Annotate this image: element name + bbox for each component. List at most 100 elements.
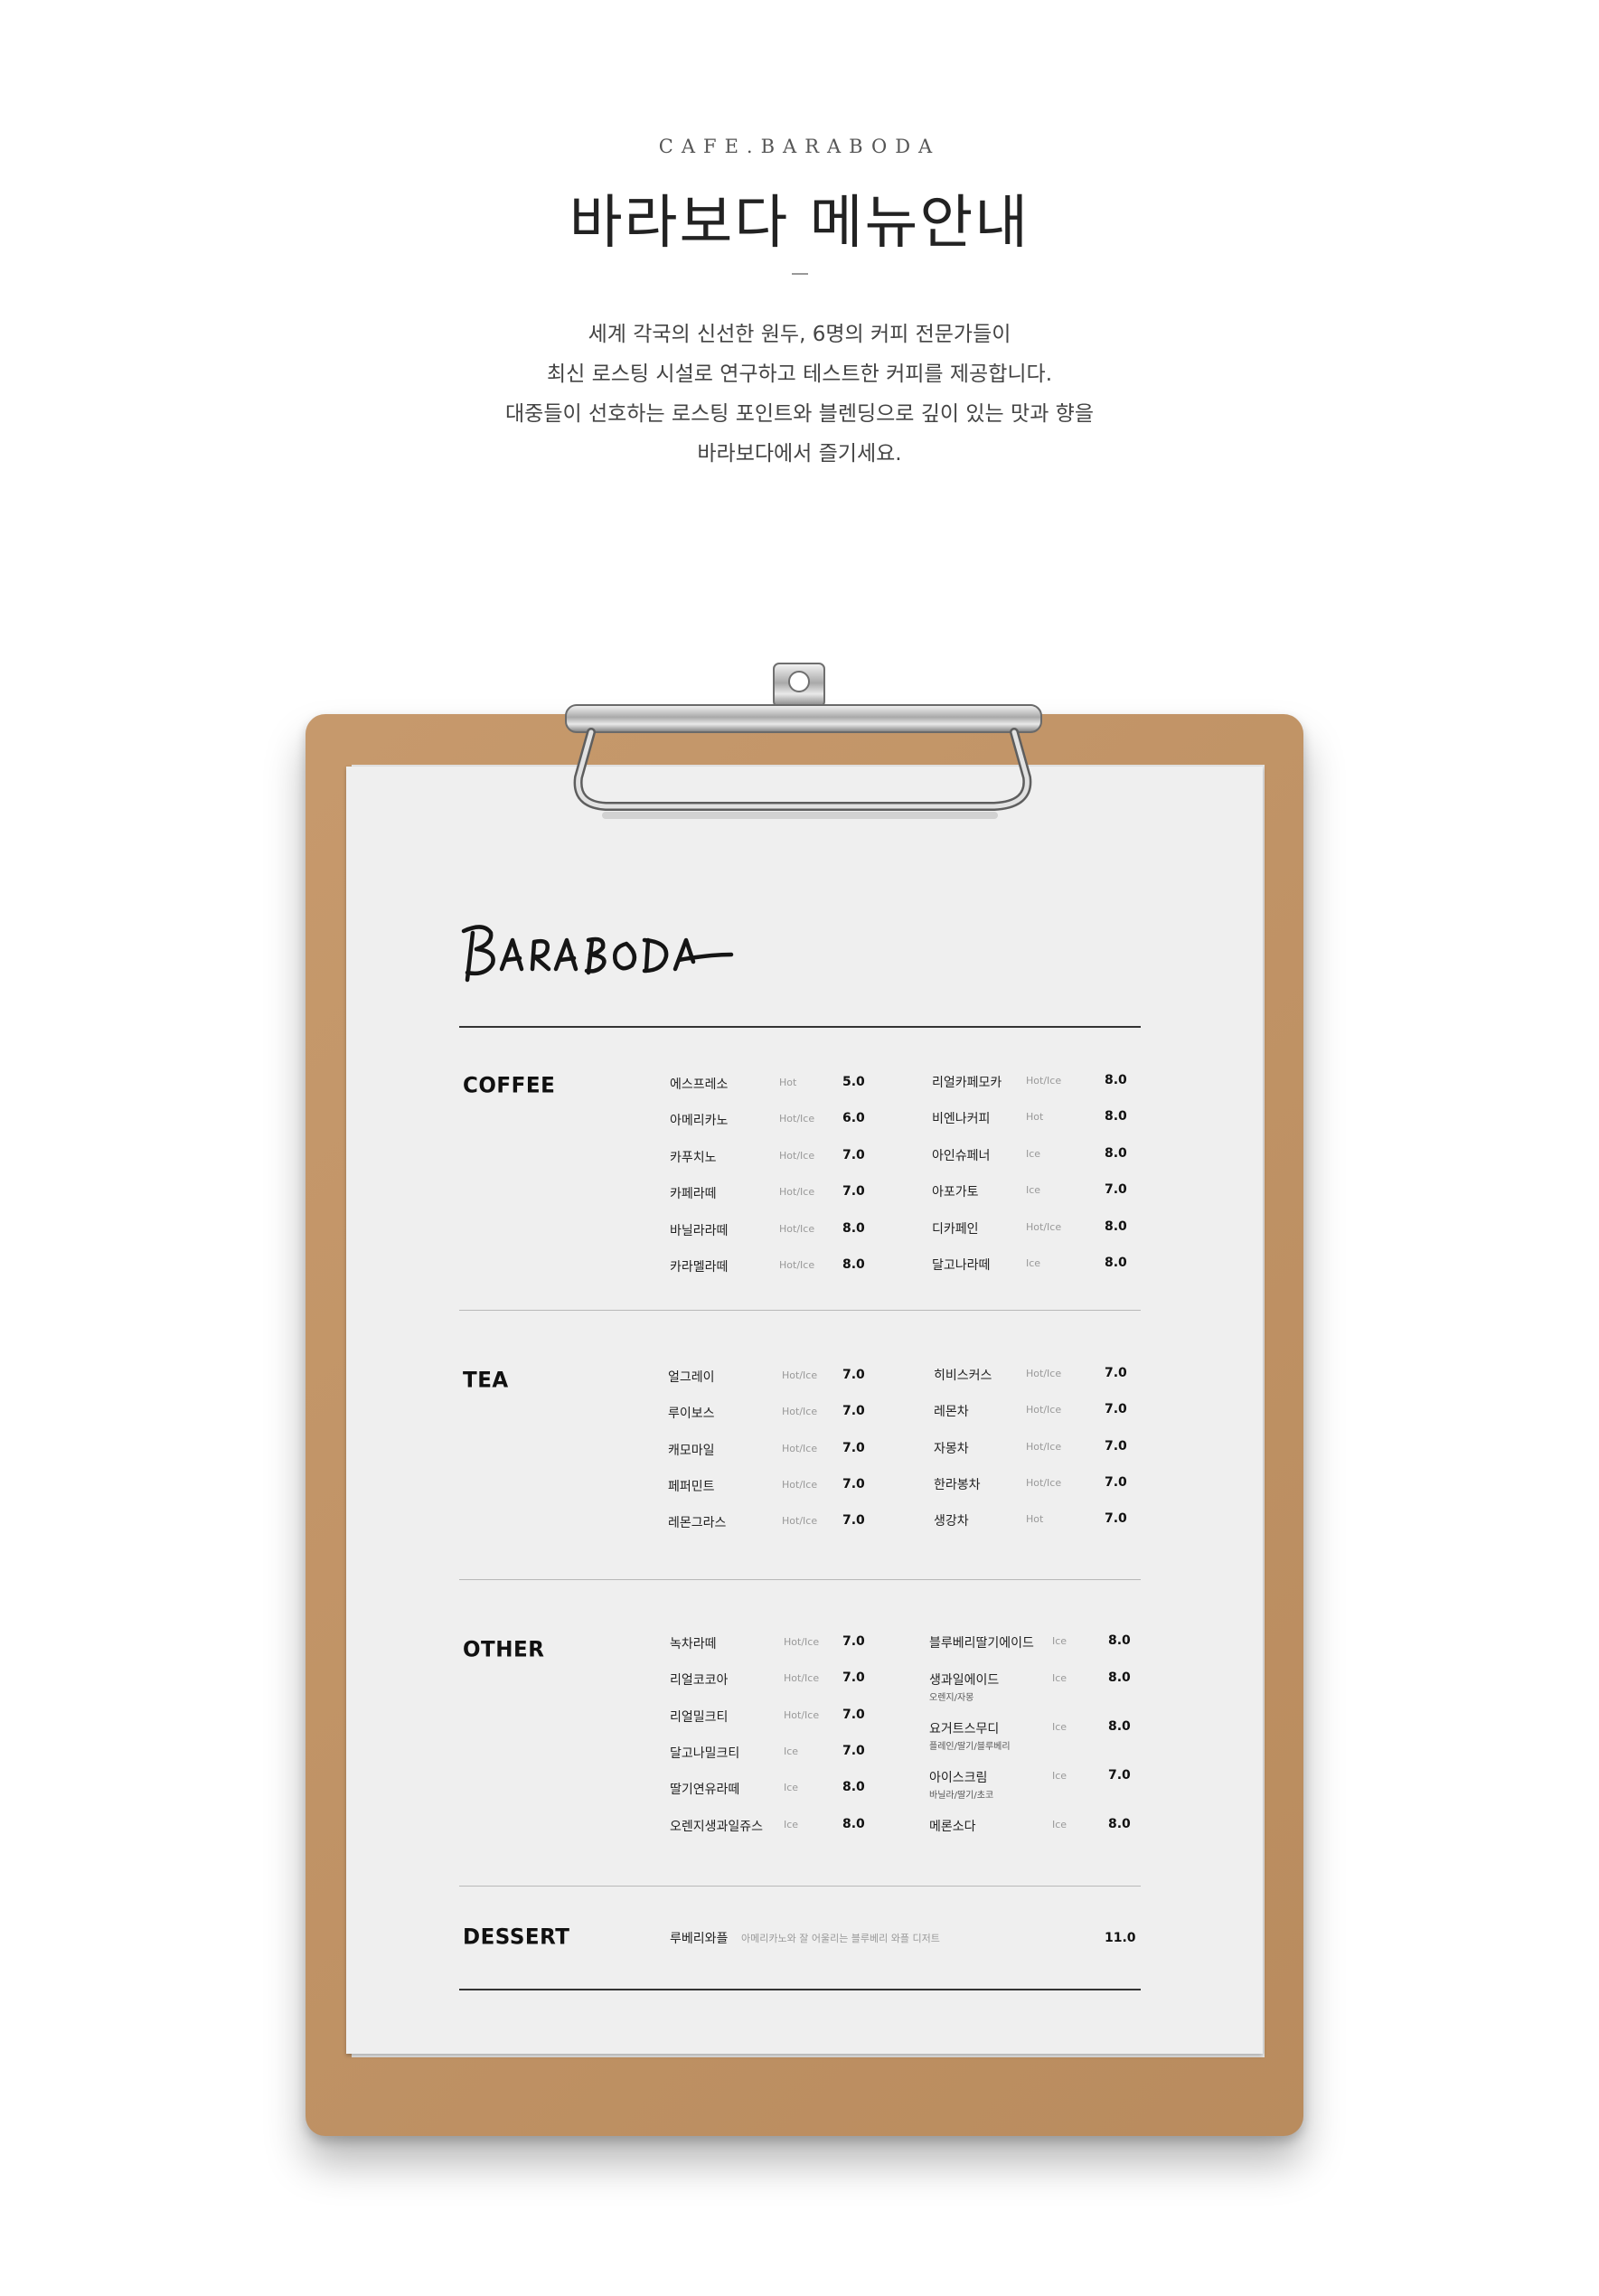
item-price: 7.0 [842, 1634, 865, 1649]
item-temperature: Ice [1052, 1672, 1068, 1684]
item-name: 히비스커스 [934, 1369, 992, 1383]
item-price: 7.0 [1105, 1511, 1127, 1527]
item-price: 7.0 [1105, 1366, 1127, 1380]
intro-line: 바라보다에서 즐기세요. [697, 442, 902, 466]
item-price: 8.0 [1108, 1719, 1131, 1734]
item-temperature: Hot/Ice [1026, 1075, 1062, 1087]
item-temperature: Ice [1052, 1721, 1068, 1733]
item-price: 7.0 [842, 1368, 865, 1382]
item-price: 8.0 [842, 1816, 865, 1831]
item-name: 블루베리딸기에이드 [929, 1636, 1034, 1651]
item-price: 7.0 [842, 1513, 865, 1529]
category-dessert: DESSERT [463, 1924, 570, 1950]
item-temperature: Hot/Ice [779, 1149, 815, 1162]
item-option: 바닐라/딸기/초코 [929, 1791, 994, 1801]
item-temperature: Hot/Ice [784, 1708, 820, 1721]
item-price: 7.0 [842, 1147, 865, 1162]
category-coffee: COFFEE [463, 1073, 556, 1098]
item-temperature: Hot [1026, 1513, 1044, 1526]
item-price: 7.0 [842, 1404, 865, 1419]
item-temperature: Hot/Ice [782, 1478, 818, 1491]
intro-line: 최신 로스팅 시설로 연구하고 테스트한 커피를 제공합니다. [546, 362, 1053, 386]
metal-clip-icon [565, 663, 1042, 819]
item-name: 녹차라떼 [670, 1637, 717, 1651]
item-name: 딸기연유라떼 [670, 1783, 740, 1798]
item-price: 8.0 [1105, 1219, 1127, 1234]
page: CAFE.BARABODA 바라보다 메뉴안내 세계 각국의 신선한 원두, 6… [0, 0, 1599, 2296]
item-name: 리얼카페모카 [932, 1076, 1002, 1090]
item-name: 디카페인 [932, 1221, 979, 1237]
item-temperature: Ice [1026, 1184, 1041, 1197]
item-price: 7.0 [842, 1670, 865, 1686]
item-price: 7.0 [1105, 1182, 1127, 1198]
item-price: 8.0 [1105, 1073, 1127, 1087]
dessert-description: 아메리카노와 잘 어울리는 블루베리 와플 디저트 [741, 1933, 940, 1944]
item-option: 플레인/딸기/블루베리 [929, 1742, 1011, 1752]
item-price: 7.0 [842, 1184, 865, 1200]
intro-line: 대중들이 선호하는 로스팅 포인트와 블렌딩으로 깊이 있는 맛과 향을 [505, 402, 1094, 426]
item-name: 루베리와플 [670, 1932, 729, 1946]
item-temperature: Ice [784, 1745, 799, 1757]
item-name: 자몽차 [934, 1441, 969, 1456]
item-temperature: Hot/Ice [782, 1406, 818, 1418]
item-temperature: Ice [1052, 1770, 1068, 1782]
item-name: 카페라떼 [670, 1187, 717, 1202]
item-name: 레몬그라스 [668, 1516, 727, 1531]
item-temperature: Hot [779, 1077, 797, 1088]
item-temperature: Ice [1026, 1257, 1041, 1269]
item-temperature: Hot/Ice [1026, 1476, 1062, 1489]
item-price: 7.0 [1105, 1438, 1127, 1454]
intro-line: 세계 각국의 신선한 원두, 6명의 커피 전문가들이 [588, 323, 1011, 346]
category-other: OTHER [463, 1637, 545, 1662]
item-price: 7.0 [842, 1743, 865, 1758]
item-price: 8.0 [842, 1257, 865, 1272]
item-temperature: Hot/Ice [1026, 1404, 1062, 1416]
item-price: 7.0 [1108, 1768, 1131, 1783]
item-option: 오렌지/자몽 [929, 1693, 974, 1703]
item-name: 메론소다 [929, 1820, 976, 1834]
item-temperature: Hot/Ice [779, 1222, 815, 1235]
item-name: 바닐라라떼 [670, 1223, 729, 1238]
item-price: 8.0 [1108, 1817, 1131, 1831]
item-temperature: Hot/Ice [784, 1672, 820, 1685]
item-name: 요거트스무디 [929, 1722, 1000, 1736]
item-name: 리얼코코아 [670, 1673, 729, 1689]
menu-top-rule [459, 1026, 1141, 1028]
menu-bottom-rule [459, 1989, 1141, 1990]
item-name: 달고나밀크티 [670, 1746, 740, 1761]
item-price: 8.0 [1108, 1633, 1131, 1648]
item-temperature: Hot/Ice [779, 1259, 815, 1271]
item-name: 캐모마일 [668, 1443, 715, 1458]
title-divider [792, 273, 808, 275]
item-price: 8.0 [1105, 1145, 1127, 1161]
item-temperature: Ice [1026, 1147, 1041, 1160]
item-temperature: Hot [1026, 1111, 1044, 1124]
item-temperature: Hot/Ice [782, 1442, 818, 1454]
item-temperature: Ice [784, 1782, 799, 1794]
item-price: 7.0 [1105, 1402, 1127, 1417]
item-price: 8.0 [1105, 1109, 1127, 1124]
item-price: 7.0 [1105, 1474, 1127, 1490]
item-name: 생강차 [934, 1514, 969, 1529]
item-name: 아인슈페너 [932, 1148, 991, 1163]
item-name: 레몬차 [934, 1405, 969, 1420]
item-temperature: Hot/Ice [779, 1186, 815, 1199]
section-divider [459, 1579, 1141, 1580]
item-price: 8.0 [842, 1780, 865, 1795]
item-price: 11.0 [1105, 1931, 1136, 1945]
item-name: 생과일에이드 [929, 1673, 1000, 1688]
item-temperature: Hot/Ice [782, 1369, 818, 1381]
item-price: 7.0 [842, 1707, 865, 1722]
baraboda-logo [461, 925, 734, 983]
section-divider [459, 1886, 1141, 1887]
item-price: 8.0 [842, 1220, 865, 1236]
category-tea: TEA [463, 1368, 509, 1393]
item-name: 오렌지생과일쥬스 [670, 1819, 764, 1834]
item-name: 페퍼민트 [668, 1479, 715, 1494]
brand-eyebrow: CAFE.BARABODA [658, 136, 941, 157]
item-price: 8.0 [1108, 1670, 1131, 1685]
item-temperature: Ice [1052, 1635, 1068, 1647]
section-divider [459, 1310, 1141, 1311]
item-temperature: Hot/Ice [1026, 1440, 1062, 1453]
item-price: 6.0 [842, 1111, 865, 1126]
